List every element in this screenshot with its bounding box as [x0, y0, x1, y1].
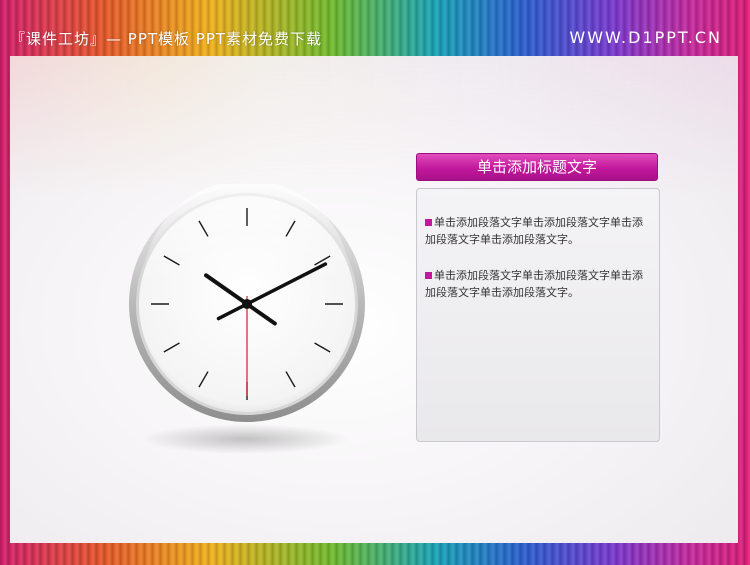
header-title: 『课件工坊』— PPT模板 PPT素材免费下载 — [10, 30, 323, 48]
clock-icon — [129, 184, 365, 422]
paragraph-2-text: 单击添加段落文字单击添加段落文字单击添加段落文字单击添加段落文字。 — [425, 269, 643, 299]
clock-shadow — [140, 424, 350, 454]
content-heading[interactable]: 单击添加标题文字 — [416, 153, 658, 181]
paragraph-1-text: 单击添加段落文字单击添加段落文字单击添加段落文字单击添加段落文字。 — [425, 216, 643, 246]
slide-canvas: 单击添加标题文字 单击添加段落文字单击添加段落文字单击添加段落文字单击添加段落文… — [10, 56, 738, 543]
bullet-square-icon — [425, 272, 432, 279]
clock-glass-highlight — [143, 184, 351, 284]
header-site-url: WWW.D1PPT.CN — [569, 28, 722, 47]
paragraph-1[interactable]: 单击添加段落文字单击添加段落文字单击添加段落文字单击添加段落文字。 — [425, 214, 651, 248]
content-text-box[interactable]: 单击添加段落文字单击添加段落文字单击添加段落文字单击添加段落文字。 单击添加段落… — [416, 188, 660, 442]
paragraph-2[interactable]: 单击添加段落文字单击添加段落文字单击添加段落文字单击添加段落文字。 — [425, 267, 651, 301]
bullet-square-icon — [425, 219, 432, 226]
clock-center-cap — [242, 299, 252, 309]
